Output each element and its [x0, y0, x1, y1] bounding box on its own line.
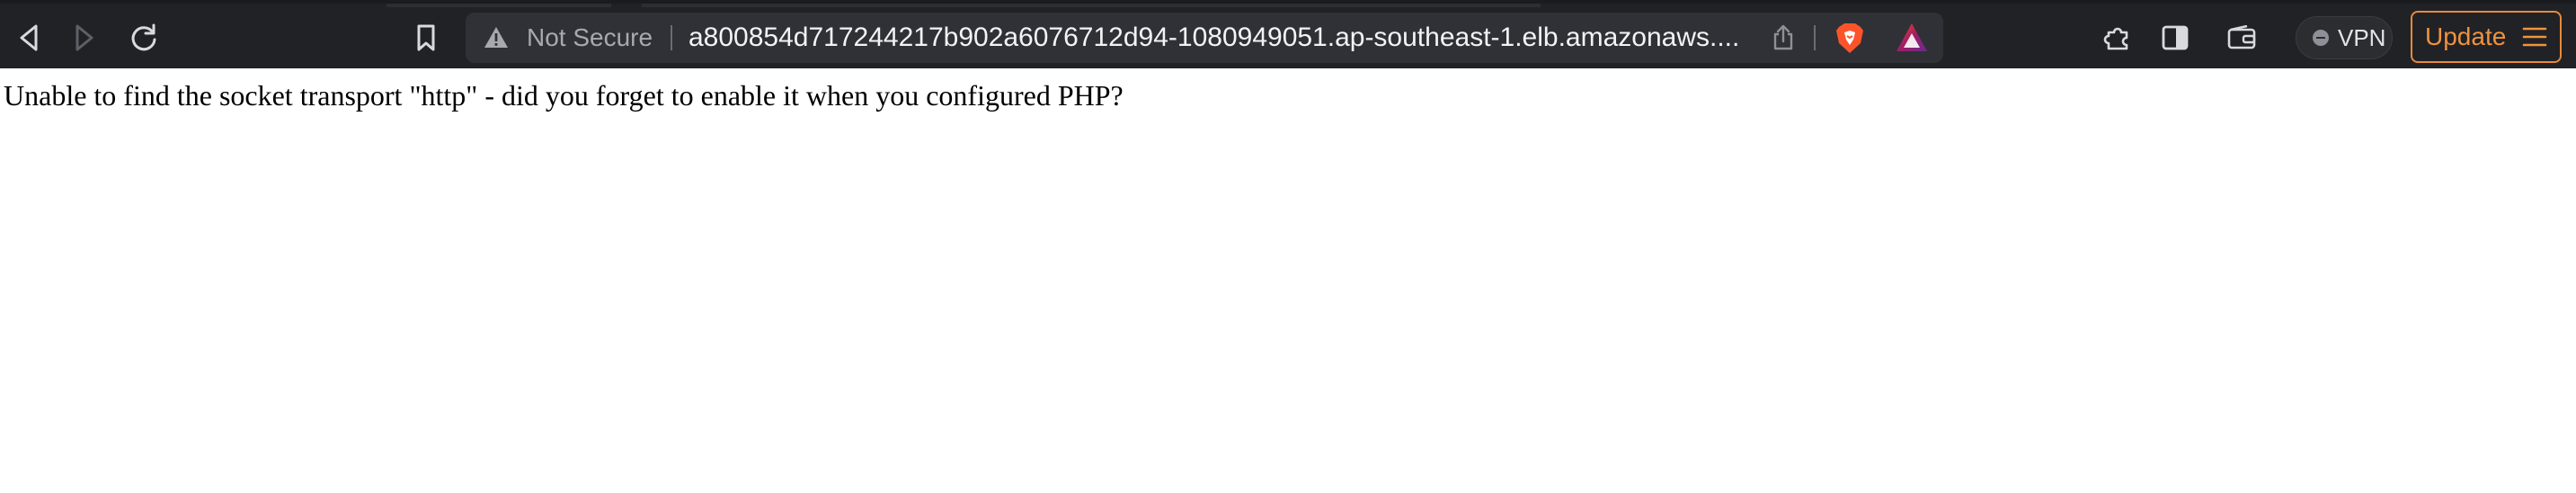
reload-button[interactable]: [124, 18, 164, 58]
vpn-status-icon: [2313, 30, 2329, 46]
tab-strip-hint: [386, 4, 611, 7]
back-button[interactable]: [9, 18, 49, 58]
warning-icon[interactable]: [484, 25, 509, 50]
forward-button[interactable]: [65, 18, 104, 58]
menu-icon: [2522, 27, 2547, 47]
extensions-icon: [2103, 27, 2128, 50]
vpn-label: VPN: [2338, 23, 2386, 51]
forward-icon: [76, 24, 93, 51]
brave-shields-icon[interactable]: [1832, 20, 1868, 56]
share-icon[interactable]: [1769, 23, 1798, 52]
browser-toolbar: Not Secure a800854d717244217b902a6076712…: [0, 0, 2576, 68]
back-icon: [20, 24, 38, 51]
url-text[interactable]: a800854d717244217b902a6076712d94-1080949…: [688, 13, 1767, 63]
update-label: Update: [2425, 22, 2507, 50]
address-divider: [671, 25, 672, 50]
vpn-button[interactable]: VPN: [2296, 16, 2393, 59]
update-button[interactable]: Update: [2411, 11, 2562, 63]
php-error-message: Unable to find the socket transport "htt…: [4, 79, 1124, 112]
bookmark-button[interactable]: [406, 18, 446, 58]
address-bar[interactable]: Not Secure a800854d717244217b902a6076712…: [466, 13, 1943, 63]
sidebar-icon: [2162, 25, 2189, 50]
wallet-icon: [2227, 25, 2256, 49]
tab-strip-hint: [642, 4, 1541, 7]
sidebar-button[interactable]: [2155, 18, 2195, 58]
security-status-label[interactable]: Not Secure: [527, 13, 653, 63]
brave-rewards-icon[interactable]: [1895, 22, 1929, 54]
reload-icon: [131, 23, 156, 51]
wallet-button[interactable]: [2222, 18, 2261, 58]
bookmark-icon: [417, 24, 435, 51]
address-divider: [1814, 25, 1816, 50]
extensions-button[interactable]: [2098, 18, 2137, 58]
